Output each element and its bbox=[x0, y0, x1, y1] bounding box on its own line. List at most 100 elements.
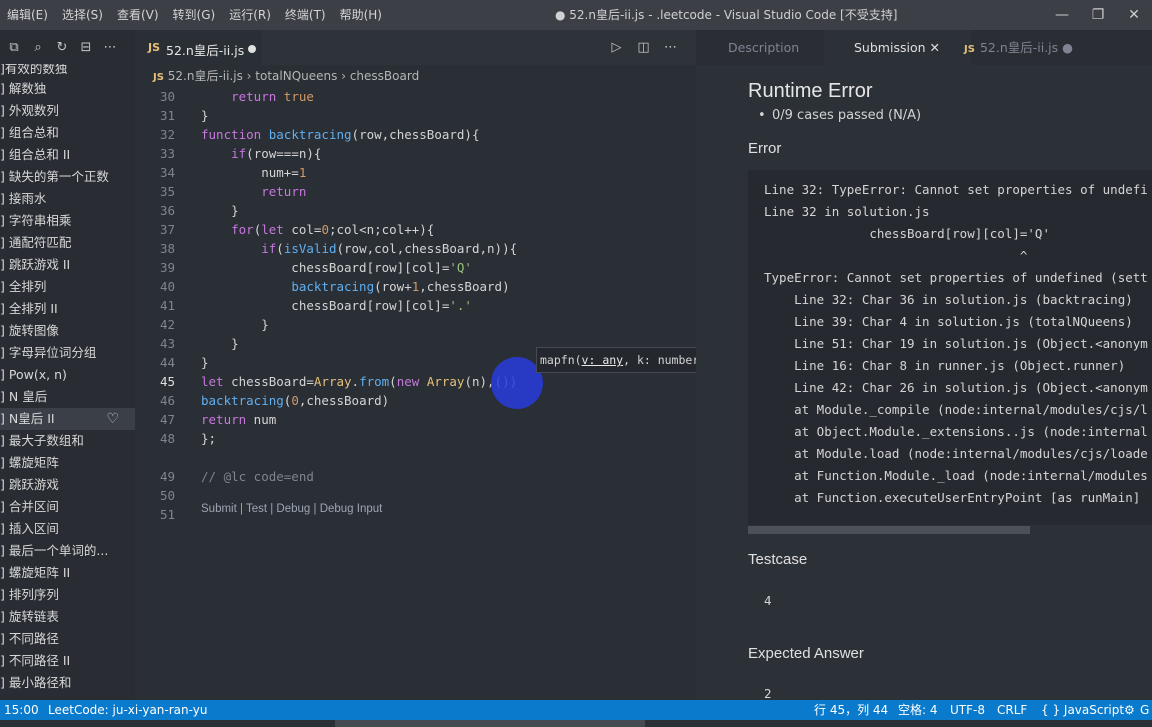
breadcrumb-variable[interactable]: chessBoard bbox=[350, 69, 419, 83]
close-icon[interactable]: ✕ bbox=[930, 40, 940, 55]
problem-list-item[interactable]: ] 螺旋矩阵 bbox=[0, 452, 135, 474]
line-number: 44 bbox=[159, 355, 175, 370]
codelens-actions[interactable]: Submit | Test | Debug | Debug Input bbox=[201, 503, 382, 515]
close-icon[interactable]: ✕ bbox=[1116, 0, 1152, 30]
line-number: 40 bbox=[159, 279, 175, 294]
split-editor-icon[interactable]: ◫ bbox=[630, 30, 657, 65]
more-actions-icon[interactable]: ⋯ bbox=[657, 30, 684, 65]
menu-item[interactable]: 终端(T) bbox=[278, 0, 333, 30]
sidebar-item-partial[interactable]: ]有效的数独 bbox=[0, 64, 135, 78]
tree-bracket: ] bbox=[0, 323, 5, 338]
search-icon[interactable]: ⌕ bbox=[26, 40, 50, 55]
error-output[interactable]: Line 32: TypeError: Cannot set propertie… bbox=[748, 170, 1152, 525]
problem-list-item[interactable]: ] 跳跃游戏 II bbox=[0, 254, 135, 276]
maximize-icon[interactable]: ❐ bbox=[1080, 0, 1116, 30]
problem-list-item[interactable]: ] 最大子数组和 bbox=[0, 430, 135, 452]
minimize-icon[interactable]: — bbox=[1044, 0, 1080, 30]
problem-list-item[interactable]: ] 最小路径和 bbox=[0, 672, 135, 694]
settings-sync-icon[interactable]: ⚙ bbox=[1124, 700, 1135, 720]
tree-bracket: ] bbox=[0, 81, 5, 96]
problem-list-item[interactable]: ] 解数独 bbox=[0, 78, 135, 100]
problem-list-item[interactable]: ] 跳跃游戏 bbox=[0, 474, 135, 496]
problem-list-item[interactable]: ] 组合总和 bbox=[0, 122, 135, 144]
error-line: at Module.load (node:internal/modules/cj… bbox=[764, 446, 1148, 461]
problem-list-item[interactable]: ] N 皇后 bbox=[0, 386, 135, 408]
error-line: at Module._compile (node:internal/module… bbox=[764, 402, 1148, 417]
error-scrollbar[interactable] bbox=[748, 526, 1030, 534]
error-line: Line 32 in solution.js bbox=[764, 204, 930, 219]
problem-label: 组合总和 bbox=[8, 125, 59, 140]
problem-list-item[interactable]: ] 全排列 II bbox=[0, 298, 135, 320]
explorer-icon[interactable]: ⧉ bbox=[2, 40, 26, 55]
problem-list-item[interactable]: ] 字符串相乘 bbox=[0, 210, 135, 232]
status-last-item[interactable]: G bbox=[1140, 700, 1149, 720]
run-icon[interactable]: ▷ bbox=[603, 30, 630, 65]
unsaved-dot-icon[interactable] bbox=[248, 45, 256, 53]
line-number: 38 bbox=[159, 241, 175, 256]
problem-label: 缺失的第一个正数 bbox=[8, 169, 109, 184]
error-line: Line 16: Char 8 in runner.js (Object.run… bbox=[764, 358, 1126, 373]
problem-list-item[interactable]: ] Pow(x, n) bbox=[0, 364, 135, 386]
tab-description[interactable]: Description bbox=[728, 30, 799, 65]
tab-file[interactable]: JS 52.n皇后-ii.js ● bbox=[964, 30, 1073, 65]
problem-list-item[interactable]: ] 合并区间 bbox=[0, 496, 135, 518]
code-text: function backtracing(row,chessBoard){ bbox=[201, 127, 480, 142]
heart-icon[interactable]: ♡ bbox=[106, 408, 119, 430]
status-indentation[interactable]: 空格: 4 bbox=[898, 700, 938, 720]
problem-list-item[interactable]: ] 通配符匹配 bbox=[0, 232, 135, 254]
menu-item[interactable]: 查看(V) bbox=[110, 0, 166, 30]
refresh-icon[interactable]: ↻ bbox=[50, 40, 74, 55]
expected-value: 2 bbox=[764, 686, 772, 700]
problem-label: 外观数列 bbox=[8, 103, 59, 118]
problem-list-item[interactable]: ] 不同路径 bbox=[0, 628, 135, 650]
breadcrumb-function[interactable]: totalNQueens bbox=[255, 69, 337, 83]
problem-list-item[interactable]: ] 组合总和 II bbox=[0, 144, 135, 166]
line-number: 49 bbox=[159, 469, 175, 484]
problem-list-item[interactable]: ] 螺旋矩阵 II bbox=[0, 562, 135, 584]
status-cursor-position[interactable]: 行 45，列 44 bbox=[814, 700, 888, 720]
code-text: // @lc code=end bbox=[201, 469, 314, 484]
editor-tab[interactable]: JS 52.n皇后-ii.js bbox=[135, 30, 262, 65]
menu-item[interactable]: 编辑(E) bbox=[0, 0, 55, 30]
problem-label: N 皇后 bbox=[8, 389, 48, 404]
problem-label: 解数独 bbox=[8, 81, 47, 96]
status-language[interactable]: { } JavaScript bbox=[1041, 700, 1124, 720]
problem-list-item[interactable]: ] 外观数列 bbox=[0, 100, 135, 122]
testcase-heading: Testcase bbox=[748, 551, 808, 568]
problem-list-item[interactable]: ] 不同路径 II bbox=[0, 650, 135, 672]
code-text: } bbox=[201, 203, 239, 218]
window-controls: — ❐ ✕ bbox=[1044, 0, 1152, 30]
problem-list-item[interactable]: ] 最后一个单词的... bbox=[0, 540, 135, 562]
problem-list-item[interactable]: ] 旋转图像 bbox=[0, 320, 135, 342]
problem-label: 组合总和 II bbox=[8, 147, 71, 162]
problem-list-item[interactable]: ] 排列序列 bbox=[0, 584, 135, 606]
problem-list-item[interactable]: ] 接雨水 bbox=[0, 188, 135, 210]
editor-tabbar: JS 52.n皇后-ii.js ▷ ◫ ⋯ bbox=[135, 30, 696, 65]
problem-list-item[interactable]: ] 旋转链表 bbox=[0, 606, 135, 628]
tab-submission[interactable]: Submission ✕ bbox=[824, 30, 971, 65]
status-leetcode-account[interactable]: LeetCode: ju-xi-yan-ran-yu bbox=[48, 700, 207, 720]
menu-item[interactable]: 运行(R) bbox=[222, 0, 278, 30]
status-eol[interactable]: CRLF bbox=[997, 700, 1027, 720]
line-number: 51 bbox=[159, 507, 175, 522]
problem-list-item[interactable]: ] 缺失的第一个正数 bbox=[0, 166, 135, 188]
problem-list-item[interactable]: ] 全排列 bbox=[0, 276, 135, 298]
menu-item[interactable]: 转到(G) bbox=[166, 0, 223, 30]
status-encoding[interactable]: UTF-8 bbox=[950, 700, 985, 720]
problem-label: 不同路径 bbox=[8, 631, 59, 646]
tree-bracket: ] bbox=[0, 169, 5, 184]
problem-list-item[interactable]: ] 字母异位词分组 bbox=[0, 342, 135, 364]
tree-bracket: ] bbox=[0, 455, 5, 470]
menu-item[interactable]: 帮助(H) bbox=[333, 0, 389, 30]
code-text: num+=1 bbox=[201, 165, 307, 180]
code-text: backtracing(row+1,chessBoard) bbox=[291, 279, 510, 294]
problem-label: 跳跃游戏 II bbox=[8, 257, 71, 272]
breadcrumb-file[interactable]: 52.n皇后-ii.js bbox=[168, 69, 243, 83]
more-icon[interactable]: ⋯ bbox=[98, 40, 122, 55]
js-file-icon: JS bbox=[148, 41, 161, 54]
problem-list-item[interactable]: ] 插入区间 bbox=[0, 518, 135, 540]
tree-bracket: ] bbox=[0, 631, 5, 646]
collapse-icon[interactable]: ⊟ bbox=[74, 40, 98, 55]
menu-item[interactable]: 选择(S) bbox=[55, 0, 110, 30]
problem-list-item[interactable]: ] N皇后 II ♡ bbox=[0, 408, 135, 430]
